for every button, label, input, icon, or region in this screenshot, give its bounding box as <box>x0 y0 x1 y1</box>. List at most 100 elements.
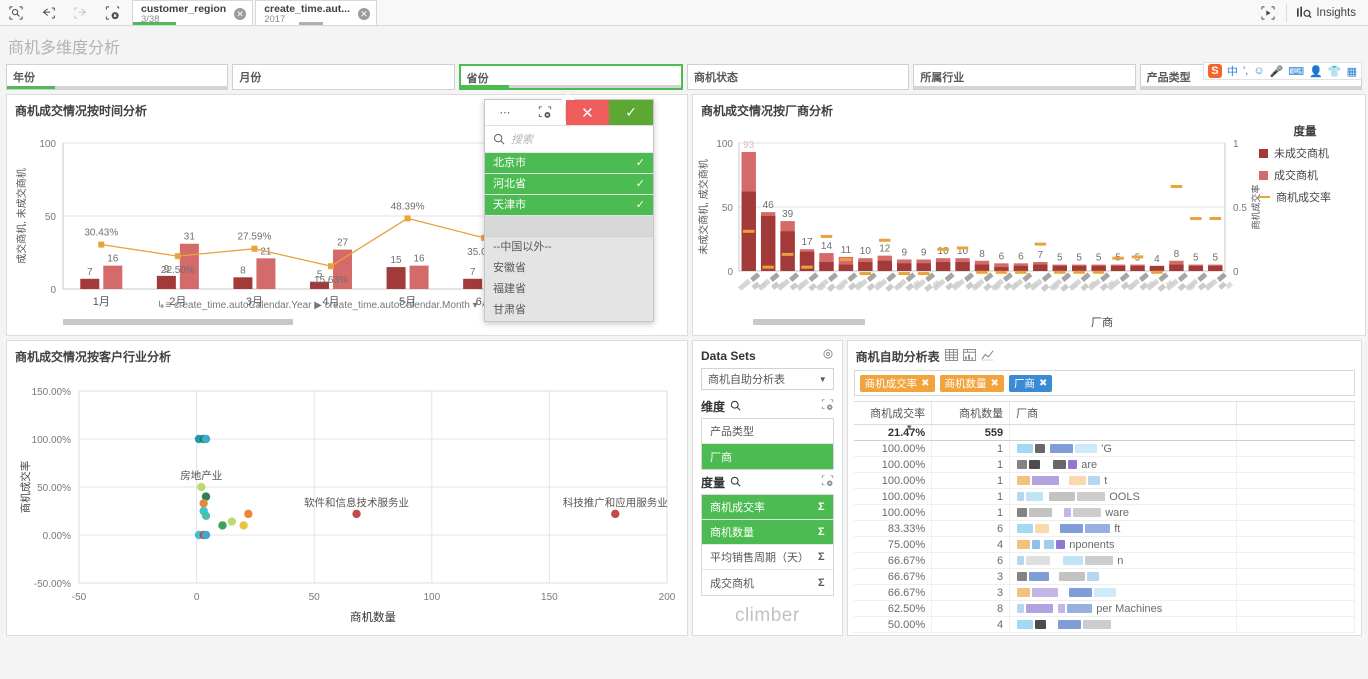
listbox-item-label: 天津市 <box>493 199 526 212</box>
table-row[interactable]: 66.67%6 n <box>854 553 1355 569</box>
column-header-win-rate[interactable]: 商机成交率 <box>854 402 932 425</box>
smart-search-icon[interactable] <box>1252 6 1284 20</box>
table-row[interactable]: 50.00%4 <box>854 617 1355 633</box>
remove-icon[interactable]: ✖ <box>921 378 929 389</box>
cell-vendor[interactable] <box>1010 585 1237 601</box>
listbox-item-hebei[interactable]: 河北省 ✓ <box>485 174 653 195</box>
close-icon[interactable]: ✕ <box>358 8 370 20</box>
chart-industry-plot[interactable]: -50.00%0.00%50.00%100.00%150.00%-5005010… <box>7 367 687 639</box>
measure-item-won-opportunities[interactable]: 成交商机 Σ <box>702 570 833 595</box>
voice-input-icon[interactable]: 🎤 <box>1270 65 1284 78</box>
selections-tool-icon[interactable] <box>0 0 32 25</box>
punctuation-icon[interactable]: ’, <box>1243 65 1249 77</box>
listbox-item-anhui[interactable]: 安徽省 <box>485 258 653 279</box>
column-header-vendor[interactable]: 厂商 <box>1010 402 1237 425</box>
legend-item-lost[interactable]: 未成交商机 <box>1259 145 1351 161</box>
listbox-item-beijing[interactable]: 北京市 ✓ <box>485 153 653 174</box>
close-icon[interactable]: ✕ <box>234 8 246 20</box>
dataset-select[interactable]: 商机自助分析表 ▼ <box>701 368 834 390</box>
soft-keyboard-icon[interactable]: ⌨ <box>1288 65 1304 78</box>
table-row[interactable]: 62.50%8 per Machines <box>854 601 1355 617</box>
table-row[interactable]: 100.00%1 ware <box>854 505 1355 521</box>
filter-industry[interactable]: 所属行业 <box>913 64 1135 90</box>
table-view-icon[interactable] <box>945 349 958 364</box>
remove-icon[interactable]: ✖ <box>991 378 999 389</box>
redacted-text <box>1035 444 1045 453</box>
table-row[interactable]: 83.33%6 ft <box>854 521 1355 537</box>
listbox-item-fujian[interactable]: 福建省 <box>485 279 653 300</box>
step-back-icon[interactable] <box>32 0 64 25</box>
crumb-year[interactable]: create_time.autoCalendar.Year <box>174 300 312 311</box>
clear-dimensions-icon[interactable] <box>821 399 834 414</box>
measure-item-win-rate[interactable]: 商机成交率 Σ <box>702 495 833 520</box>
table-row[interactable]: 100.00%1 'G <box>854 441 1355 457</box>
cell-vendor[interactable]: per Machines <box>1010 601 1237 617</box>
cell-vendor[interactable]: are <box>1010 457 1237 473</box>
table-row[interactable]: 75.00%4 nponents <box>854 537 1355 553</box>
cell-vendor[interactable]: n <box>1010 553 1237 569</box>
table-row[interactable]: 100.00%1 t <box>854 473 1355 489</box>
svg-text:39: 39 <box>782 209 794 220</box>
cell-vendor[interactable]: ware <box>1010 505 1237 521</box>
cell-vendor[interactable] <box>1010 569 1237 585</box>
cell-vendor[interactable] <box>1010 617 1237 633</box>
bar-chart-view-icon[interactable] <box>963 349 976 364</box>
emoji-icon[interactable]: ☺ <box>1253 65 1264 77</box>
search-icon[interactable] <box>730 400 741 414</box>
cell-vendor[interactable]: ft <box>1010 521 1237 537</box>
selection-tab-create-time[interactable]: create_time.aut... 2017 ✕ <box>255 0 377 25</box>
redacted-text <box>1017 444 1033 453</box>
horizontal-scrollbar[interactable] <box>63 319 293 325</box>
clear-all-selections-icon[interactable] <box>96 0 128 25</box>
remove-icon[interactable]: ✖ <box>1039 378 1047 389</box>
redacted-text <box>1032 588 1058 597</box>
column-header-count[interactable]: 商机数量 <box>932 402 1010 425</box>
sogou-logo-icon[interactable]: S <box>1208 64 1222 78</box>
chinese-mode-icon[interactable]: 中 <box>1227 63 1238 79</box>
table-row[interactable]: 100.00%1 are <box>854 457 1355 473</box>
chart-time-dimension-breadcrumb[interactable]: ↳≡ create_time.autoCalendar.Year ▶ creat… <box>157 300 478 311</box>
table-row[interactable]: 66.67%3 <box>854 569 1355 585</box>
confirm-icon[interactable]: ✓ <box>609 100 653 125</box>
filter-month[interactable]: 月份 <box>232 64 454 90</box>
insights-button[interactable]: Insights <box>1289 6 1368 19</box>
measure-item-opportunity-count[interactable]: 商机数量 Σ <box>702 520 833 545</box>
crumb-month[interactable]: create_time.autoCalendar.Month <box>325 300 470 311</box>
measure-item-avg-sales-cycle[interactable]: 平均销售周期（天） Σ <box>702 545 833 570</box>
dimension-item-product-type[interactable]: 产品类型 <box>702 419 833 444</box>
more-options-icon[interactable]: ⋯ <box>485 100 525 125</box>
user-icon[interactable]: 👤 <box>1309 65 1323 78</box>
listbox-search[interactable]: 搜索 <box>485 126 653 153</box>
dimension-item-vendor[interactable]: 厂商 <box>702 444 833 469</box>
legend-item-won[interactable]: 成交商机 <box>1259 167 1351 183</box>
cell-vendor[interactable]: t <box>1010 473 1237 489</box>
filter-province[interactable]: 省份 <box>459 64 683 90</box>
gear-icon[interactable] <box>822 348 834 363</box>
legend-item-rate[interactable]: 商机成交率 <box>1259 189 1351 205</box>
clear-measures-icon[interactable] <box>821 475 834 490</box>
chevron-down-icon[interactable]: ▾ <box>473 300 478 311</box>
chip-opportunity-count[interactable]: 商机数量 ✖ <box>940 375 1004 392</box>
cell-vendor[interactable]: nponents <box>1010 537 1237 553</box>
toolbox-icon[interactable]: ▦ <box>1347 65 1357 78</box>
clear-selection-icon[interactable] <box>525 100 565 125</box>
cell-vendor[interactable]: OOLS <box>1010 489 1237 505</box>
table-row[interactable]: 100.00%1 OOLS <box>854 489 1355 505</box>
chip-vendor[interactable]: 厂商 ✖ <box>1009 375 1052 392</box>
cell-vendor[interactable]: 'G <box>1010 441 1237 457</box>
filter-year[interactable]: 年份 <box>6 64 228 90</box>
listbox-item-gansu[interactable]: 甘肃省 <box>485 300 653 321</box>
search-icon[interactable] <box>730 476 741 490</box>
listbox-item-tianjin[interactable]: 天津市 ✓ <box>485 195 653 216</box>
listbox-item-outside-china[interactable]: --中国以外-- <box>485 237 653 258</box>
chip-win-rate[interactable]: 商机成交率 ✖ <box>860 375 935 392</box>
line-chart-view-icon[interactable] <box>981 349 994 364</box>
skin-icon[interactable]: 👕 <box>1328 65 1342 78</box>
selection-tab-customer-region[interactable]: customer_region 3/38 ✕ <box>132 0 253 25</box>
step-forward-icon[interactable] <box>64 0 96 25</box>
horizontal-scrollbar[interactable] <box>753 319 865 325</box>
table-row[interactable]: 66.67%3 <box>854 585 1355 601</box>
cancel-icon[interactable]: ✕ <box>566 100 610 125</box>
svg-text:100: 100 <box>716 139 733 150</box>
filter-opportunity-status[interactable]: 商机状态 <box>687 64 909 90</box>
